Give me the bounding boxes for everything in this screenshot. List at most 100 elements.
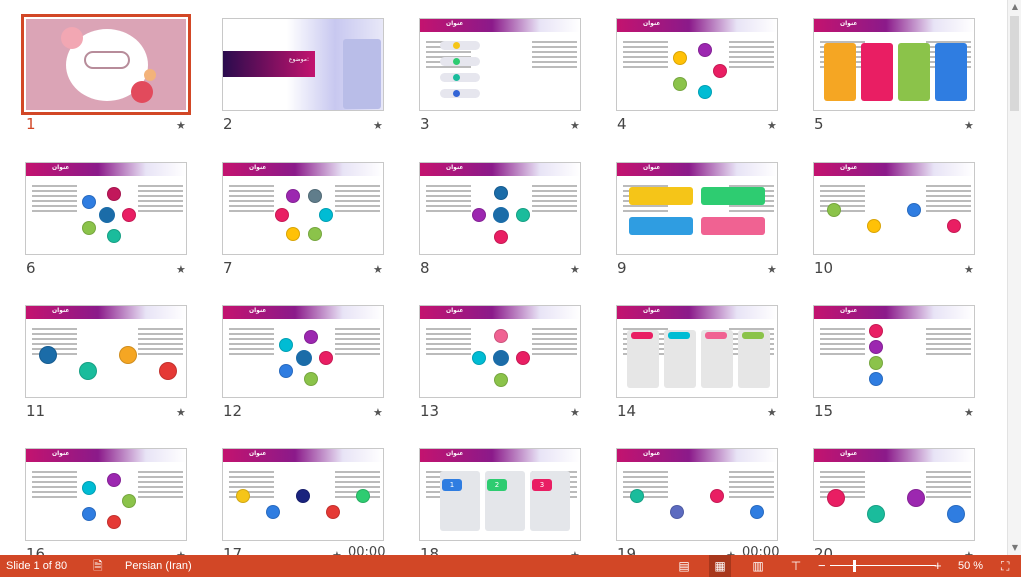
slide-header: عنوان bbox=[814, 19, 974, 32]
slide-thumbnail-3[interactable]: عنوان bbox=[419, 18, 581, 111]
zoom-level[interactable]: 50 % bbox=[958, 555, 983, 577]
text-line bbox=[532, 61, 577, 63]
slide-title: عنوان bbox=[446, 307, 464, 314]
slide-thumbnail-19[interactable]: عنوان bbox=[616, 448, 778, 541]
column-card bbox=[935, 43, 967, 101]
center-circle bbox=[688, 61, 708, 81]
slide-thumbnail-10[interactable]: عنوان bbox=[813, 162, 975, 255]
spell-check-icon[interactable]: 🗎 bbox=[93, 555, 103, 577]
language-indicator[interactable]: Persian (Iran) bbox=[125, 555, 192, 577]
text-line bbox=[335, 353, 380, 355]
text-line bbox=[532, 333, 577, 335]
slide-thumbnail-14[interactable]: عنوان bbox=[616, 305, 778, 398]
slide-title: عنوان bbox=[643, 307, 661, 314]
text-line bbox=[138, 185, 183, 187]
animation-star-icon: ★ bbox=[373, 263, 383, 276]
scroll-thumb[interactable] bbox=[1010, 16, 1019, 111]
slide-title: عنوان bbox=[52, 164, 70, 171]
slide-header: عنوان bbox=[26, 306, 186, 319]
text-line bbox=[32, 496, 77, 498]
animation-star-icon: ★ bbox=[767, 263, 777, 276]
slide-number: 2 bbox=[223, 115, 233, 133]
diagram-circle bbox=[159, 362, 177, 380]
diagram-circle bbox=[869, 356, 883, 370]
slide-header: عنوان bbox=[26, 449, 186, 462]
slide-sorter-view-button[interactable]: ▦ bbox=[709, 555, 731, 577]
text-line bbox=[335, 190, 380, 192]
flower-icon bbox=[144, 69, 156, 81]
slide-thumbnail-18[interactable]: عنوان 1 2 3 bbox=[419, 448, 581, 541]
text-line bbox=[32, 471, 77, 473]
text-line bbox=[926, 333, 971, 335]
diagram-circle bbox=[308, 188, 322, 203]
slide-thumbnail-9[interactable]: عنوان bbox=[616, 162, 778, 255]
slide-thumbnail-12[interactable]: عنوان bbox=[222, 305, 384, 398]
diagram-circle bbox=[286, 188, 300, 203]
slide-header: عنوان bbox=[223, 306, 383, 319]
diagram-circle bbox=[326, 505, 340, 519]
text-line bbox=[926, 348, 971, 350]
slide-sorter[interactable]: 1 ★ موضوع: 2 ★ عنوان 3 ★ عنوان 4 ★ عنوان 5 ★ عنوان 6 ★ عن… bbox=[0, 0, 1007, 555]
fit-to-window-icon[interactable]: ⛶ bbox=[1001, 555, 1009, 577]
text-line bbox=[138, 348, 183, 350]
slide-thumbnail-15[interactable]: عنوان bbox=[813, 305, 975, 398]
text-line bbox=[623, 56, 668, 58]
slideshow-button[interactable]: ⊤ bbox=[785, 555, 807, 577]
list-item-bar bbox=[440, 73, 480, 82]
slide-thumbnail-16[interactable]: عنوان bbox=[25, 448, 187, 541]
slide-thumbnail-5[interactable]: عنوان bbox=[813, 18, 975, 111]
animation-star-icon: ★ bbox=[570, 263, 580, 276]
slide-thumbnail-7[interactable]: عنوان bbox=[222, 162, 384, 255]
scroll-up-icon[interactable]: ▲ bbox=[1008, 0, 1021, 14]
reading-view-button[interactable]: ▥ bbox=[747, 555, 769, 577]
slide-number: 18 bbox=[420, 545, 440, 555]
slide-thumbnail-13[interactable]: عنوان bbox=[419, 305, 581, 398]
slide-thumbnail-17[interactable]: عنوان bbox=[222, 448, 384, 541]
zoom-slider-thumb[interactable] bbox=[852, 560, 856, 572]
slide-header: عنوان bbox=[26, 163, 186, 176]
text-line bbox=[229, 471, 274, 473]
slide-number: 10 bbox=[814, 259, 834, 277]
zoom-in-button[interactable]: + bbox=[934, 555, 942, 577]
text-line bbox=[138, 205, 183, 207]
slide-header: عنوان bbox=[420, 19, 580, 32]
text-line bbox=[426, 66, 471, 68]
scroll-down-icon[interactable]: ▼ bbox=[1008, 541, 1021, 555]
slide-thumbnail-20[interactable]: عنوان bbox=[813, 448, 975, 541]
slide-thumbnail-1[interactable] bbox=[21, 14, 191, 115]
text-line bbox=[32, 195, 77, 197]
normal-view-button[interactable]: ▤ bbox=[673, 555, 695, 577]
slide-thumbnail-11[interactable]: عنوان bbox=[25, 305, 187, 398]
diagram-circle bbox=[494, 230, 508, 244]
text-line bbox=[532, 343, 577, 345]
animation-star-icon: ★ bbox=[964, 263, 974, 276]
text-line bbox=[229, 210, 274, 212]
text-line bbox=[926, 205, 971, 207]
flower-icon bbox=[61, 27, 83, 49]
slide-thumbnail-2[interactable]: موضوع: bbox=[222, 18, 384, 111]
text-line bbox=[729, 476, 774, 478]
slide-title: عنوان bbox=[249, 164, 267, 171]
vertical-scrollbar[interactable]: ▲ ▼ bbox=[1007, 0, 1021, 555]
diagram-circle bbox=[279, 363, 294, 378]
text-line bbox=[32, 333, 77, 335]
text-line bbox=[729, 486, 774, 488]
slide-thumbnail-6[interactable]: عنوان bbox=[25, 162, 187, 255]
text-line bbox=[532, 205, 577, 207]
center-circle bbox=[97, 205, 117, 225]
slide-number: 15 bbox=[814, 402, 834, 420]
zoom-out-button[interactable]: − bbox=[818, 555, 826, 577]
center-circle bbox=[294, 348, 314, 368]
text-line bbox=[926, 200, 971, 202]
diagram-circle bbox=[296, 489, 310, 503]
slide-header: عنوان bbox=[223, 163, 383, 176]
text-line bbox=[926, 185, 971, 187]
list-number bbox=[453, 42, 460, 49]
diagram-circle bbox=[303, 330, 318, 345]
text-line bbox=[229, 353, 274, 355]
slide-thumbnail-4[interactable]: عنوان bbox=[616, 18, 778, 111]
slide-number: 14 bbox=[617, 402, 637, 420]
slide-thumbnail-8[interactable]: عنوان bbox=[419, 162, 581, 255]
zoom-slider[interactable] bbox=[830, 565, 936, 566]
text-line bbox=[926, 481, 971, 483]
